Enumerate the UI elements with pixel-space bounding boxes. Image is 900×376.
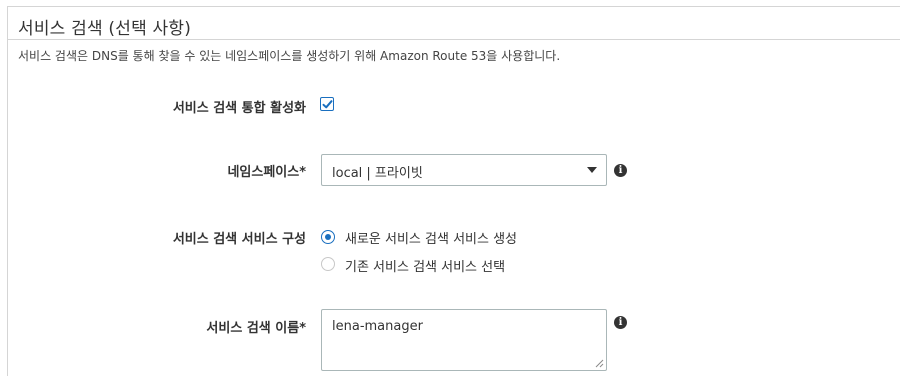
namespace-select[interactable]: local | 프라이빗 <box>321 154 607 186</box>
caret-down-icon <box>587 167 597 173</box>
section-title: 서비스 검색 (선택 사항) <box>18 19 192 39</box>
checkmark-icon <box>322 100 333 109</box>
namespace-info-icon[interactable]: i <box>614 164 627 177</box>
radio-select-existing-service[interactable] <box>321 257 335 271</box>
service-config-label: 서비스 검색 서비스 구성 <box>172 232 306 247</box>
resize-grip-icon[interactable] <box>595 359 604 368</box>
service-name-info-icon[interactable]: i <box>614 316 627 329</box>
enable-integration-checkbox[interactable] <box>320 97 334 111</box>
service-name-textarea[interactable]: lena-manager <box>321 309 607 371</box>
section-divider <box>8 39 900 40</box>
radio-create-new-service-label[interactable]: 새로운 서비스 검색 서비스 생성 <box>345 228 517 247</box>
radio-create-new-service[interactable] <box>321 230 335 244</box>
service-name-value: lena-manager <box>332 319 423 334</box>
namespace-select-value: local | 프라이빗 <box>332 166 423 181</box>
namespace-label: 네임스페이스* <box>227 165 306 180</box>
radio-select-existing-service-label[interactable]: 기존 서비스 검색 서비스 선택 <box>345 256 505 275</box>
service-name-label: 서비스 검색 이름* <box>206 321 306 336</box>
section-description: 서비스 검색은 DNS를 통해 찾을 수 있는 네임스페이스를 생성하기 위해 … <box>18 49 561 63</box>
enable-integration-label: 서비스 검색 통합 활성화 <box>172 101 306 116</box>
